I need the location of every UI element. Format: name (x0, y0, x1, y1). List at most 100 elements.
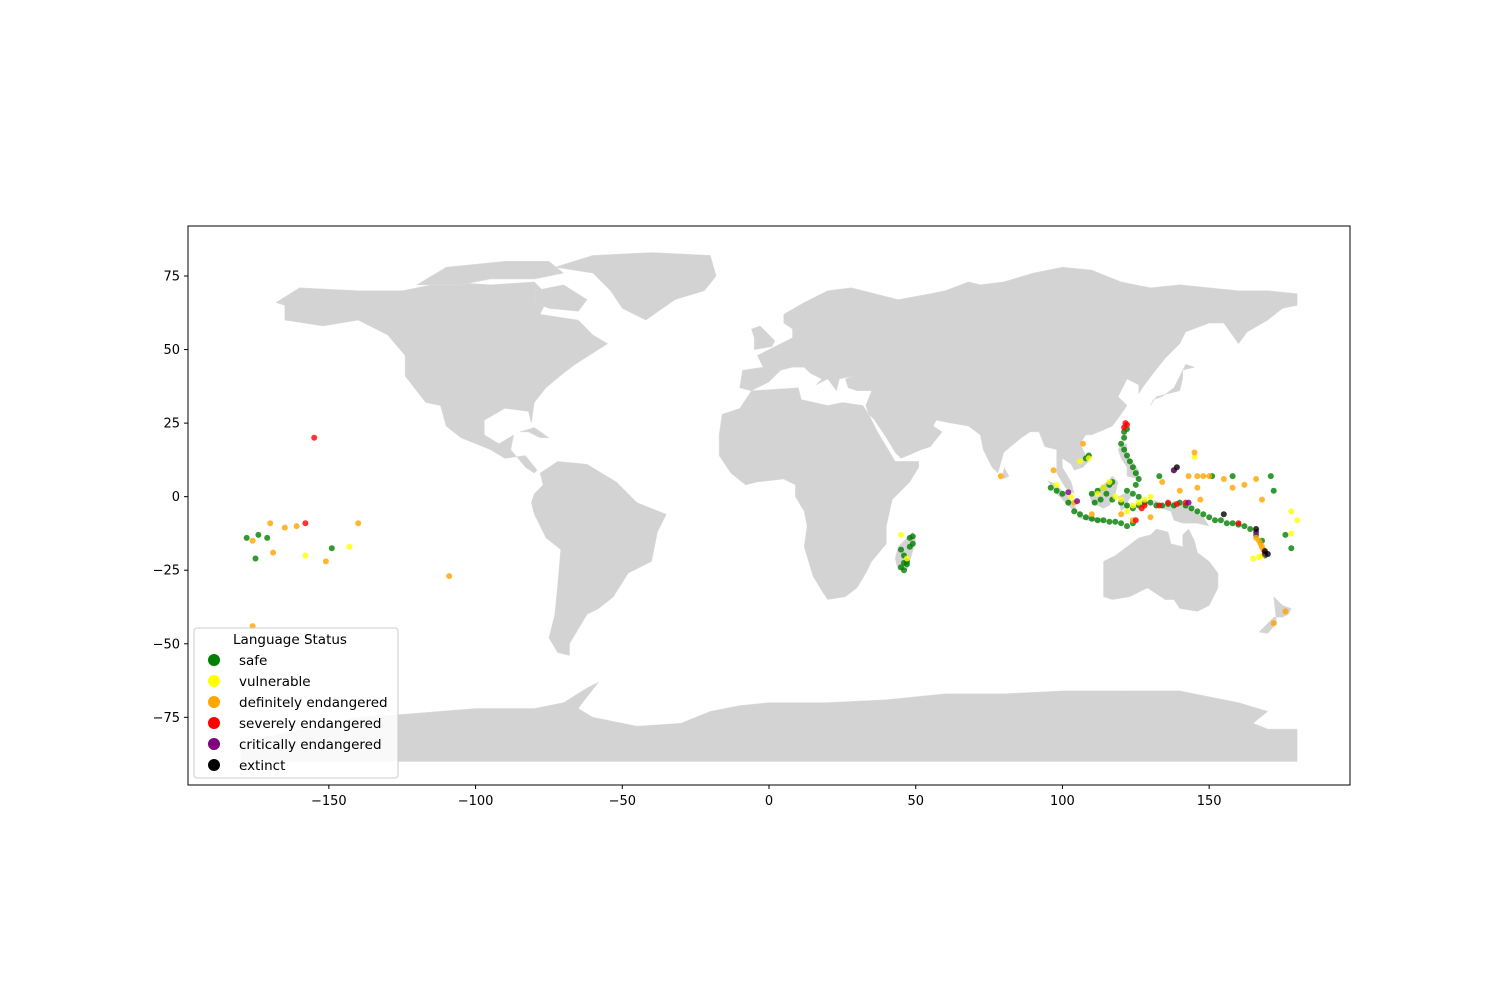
point-safe (1267, 473, 1274, 480)
point-critically-endangered (1074, 498, 1081, 505)
point-safe (328, 545, 335, 552)
point-definitely-endangered (1220, 476, 1227, 482)
point-definitely-endangered (1147, 514, 1154, 521)
point-safe (1103, 490, 1110, 497)
point-vulnerable (1124, 508, 1130, 515)
point-severely-endangered (1173, 501, 1180, 507)
point-vulnerable (346, 543, 353, 550)
point-definitely-endangered (1159, 479, 1166, 485)
point-definitely-endangered (1282, 608, 1289, 615)
legend-label-critically-endangered: critically endangered (239, 737, 382, 753)
x-tick-label: 0 (765, 794, 773, 809)
point-safe (1129, 464, 1136, 471)
point-safe (1132, 470, 1139, 477)
point-vulnerable (1129, 502, 1136, 509)
point-definitely-endangered (1229, 484, 1236, 491)
point-severely-endangered (1141, 502, 1148, 509)
point-safe (264, 534, 271, 541)
point-definitely-endangered (322, 558, 329, 565)
point-safe (1088, 490, 1095, 497)
point-definitely-endangered (1194, 484, 1201, 491)
y-tick-label: −75 (153, 711, 180, 726)
point-safe (1112, 518, 1119, 525)
point-safe (1270, 487, 1277, 494)
point-vulnerable (1053, 481, 1060, 488)
point-safe (1135, 476, 1142, 482)
legend-marker-severely-endangered (208, 717, 220, 729)
point-safe (1229, 473, 1236, 480)
point-vulnerable (1112, 493, 1119, 500)
point-definitely-endangered (1080, 440, 1086, 447)
point-safe (1121, 446, 1128, 453)
point-severely-endangered (1122, 420, 1129, 427)
point-safe (1124, 452, 1130, 459)
point-vulnerable (1085, 455, 1092, 462)
legend-title: Language Status (233, 632, 347, 648)
y-tick-label: 0 (172, 490, 180, 505)
point-safe (1223, 520, 1230, 527)
point-extinct (1173, 464, 1180, 471)
legend-label-vulnerable: vulnerable (239, 674, 311, 690)
point-severely-endangered (1132, 517, 1139, 524)
point-safe (1065, 499, 1072, 506)
point-safe (901, 567, 907, 574)
point-vulnerable (1135, 499, 1142, 506)
point-vulnerable (1141, 496, 1148, 503)
point-safe (1212, 517, 1218, 524)
legend-label-definitely-endangered: definitely endangered (239, 695, 388, 711)
legend-label-safe: safe (239, 653, 267, 669)
point-safe (1206, 514, 1213, 521)
point-safe (1121, 434, 1128, 441)
legend-label-extinct: extinct (239, 758, 285, 774)
point-definitely-endangered (293, 523, 300, 530)
point-definitely-endangered (1185, 473, 1192, 480)
point-safe (1091, 499, 1098, 506)
point-definitely-endangered (1206, 473, 1213, 480)
point-safe (1097, 496, 1104, 503)
point-definitely-endangered (1241, 481, 1248, 488)
point-safe (1082, 514, 1089, 521)
point-severely-endangered (1235, 520, 1242, 527)
point-definitely-endangered (281, 524, 288, 531)
point-severely-endangered (1156, 502, 1163, 509)
point-vulnerable (903, 555, 910, 562)
point-vulnerable (302, 552, 309, 559)
point-safe (1118, 440, 1125, 447)
point-safe (252, 555, 259, 562)
point-safe (1094, 517, 1101, 524)
point-extinct (1264, 551, 1271, 557)
map-figure: −150 −100 −50 0 50 100 150 −75 −50 −25 0 25 50 75 Lan… (153, 225, 1351, 809)
point-safe (1188, 505, 1195, 512)
point-severely-endangered (302, 520, 309, 527)
point-safe (1126, 458, 1133, 465)
point-safe (1247, 526, 1254, 532)
point-safe (1124, 502, 1130, 509)
point-extinct (1220, 511, 1227, 518)
point-definitely-endangered (270, 549, 277, 556)
point-vulnerable (1106, 479, 1113, 485)
point-definitely-endangered (1270, 620, 1277, 627)
point-safe (1241, 523, 1248, 530)
point-severely-endangered (1165, 499, 1172, 506)
legend-marker-vulnerable (208, 675, 220, 687)
point-safe (255, 531, 262, 538)
point-definitely-endangered (249, 537, 256, 544)
point-safe (909, 533, 916, 540)
y-tick-label: −25 (153, 564, 180, 579)
x-tick-label: 100 (1050, 794, 1075, 809)
point-critically-endangered (1065, 489, 1072, 496)
x-tick-label: −100 (458, 794, 494, 809)
point-definitely-endangered (446, 573, 453, 580)
point-safe (909, 540, 916, 547)
y-tick-label: 50 (163, 343, 180, 358)
point-safe (1077, 511, 1083, 518)
point-definitely-endangered (1176, 487, 1183, 494)
point-vulnerable (1288, 530, 1295, 537)
point-safe (1129, 490, 1136, 497)
point-extinct (1253, 526, 1260, 532)
legend-marker-extinct (208, 759, 220, 771)
point-safe (1217, 517, 1224, 524)
point-definitely-endangered (1050, 467, 1057, 474)
point-vulnerable (1250, 555, 1257, 562)
point-safe (1135, 493, 1142, 500)
